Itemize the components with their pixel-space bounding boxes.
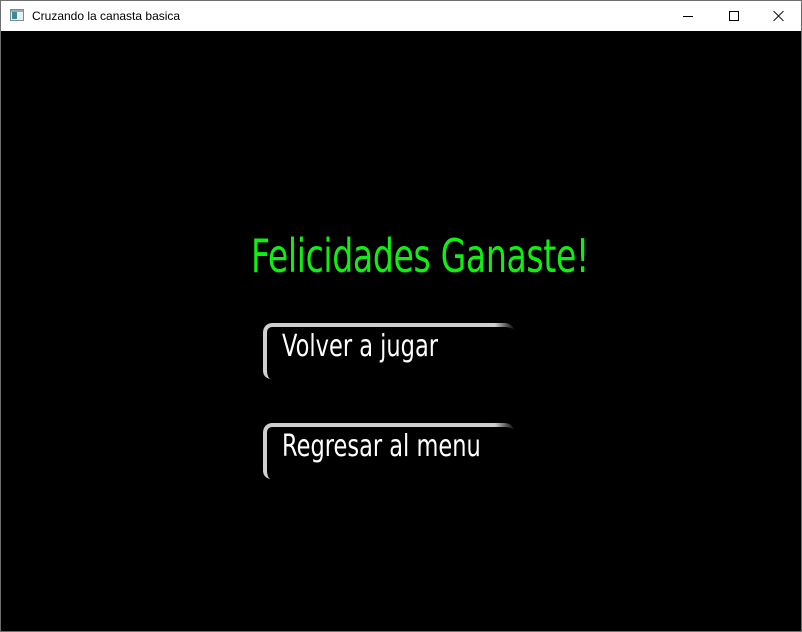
- title-bar[interactable]: Cruzando la canasta basica: [1, 1, 801, 31]
- window-app-icon[interactable]: [10, 9, 24, 21]
- close-button[interactable]: [756, 1, 801, 31]
- close-icon: [773, 10, 785, 22]
- win-message: Felicidades Ganaste!: [251, 229, 589, 283]
- back-to-menu-button[interactable]: Regresar al menu: [263, 423, 515, 481]
- play-again-label: Volver a jugar: [282, 329, 438, 364]
- maximize-button[interactable]: [711, 1, 757, 31]
- maximize-icon: [729, 11, 739, 21]
- game-canvas: Felicidades Ganaste! Volver a jugar Regr…: [1, 31, 801, 631]
- play-again-button[interactable]: Volver a jugar: [263, 323, 515, 381]
- minimize-icon: [683, 15, 693, 17]
- minimize-button[interactable]: [665, 1, 711, 31]
- window-title: Cruzando la canasta basica: [32, 9, 181, 23]
- game-window: Cruzando la canasta basica Felicidades G…: [0, 0, 802, 632]
- back-to-menu-label: Regresar al menu: [282, 429, 481, 464]
